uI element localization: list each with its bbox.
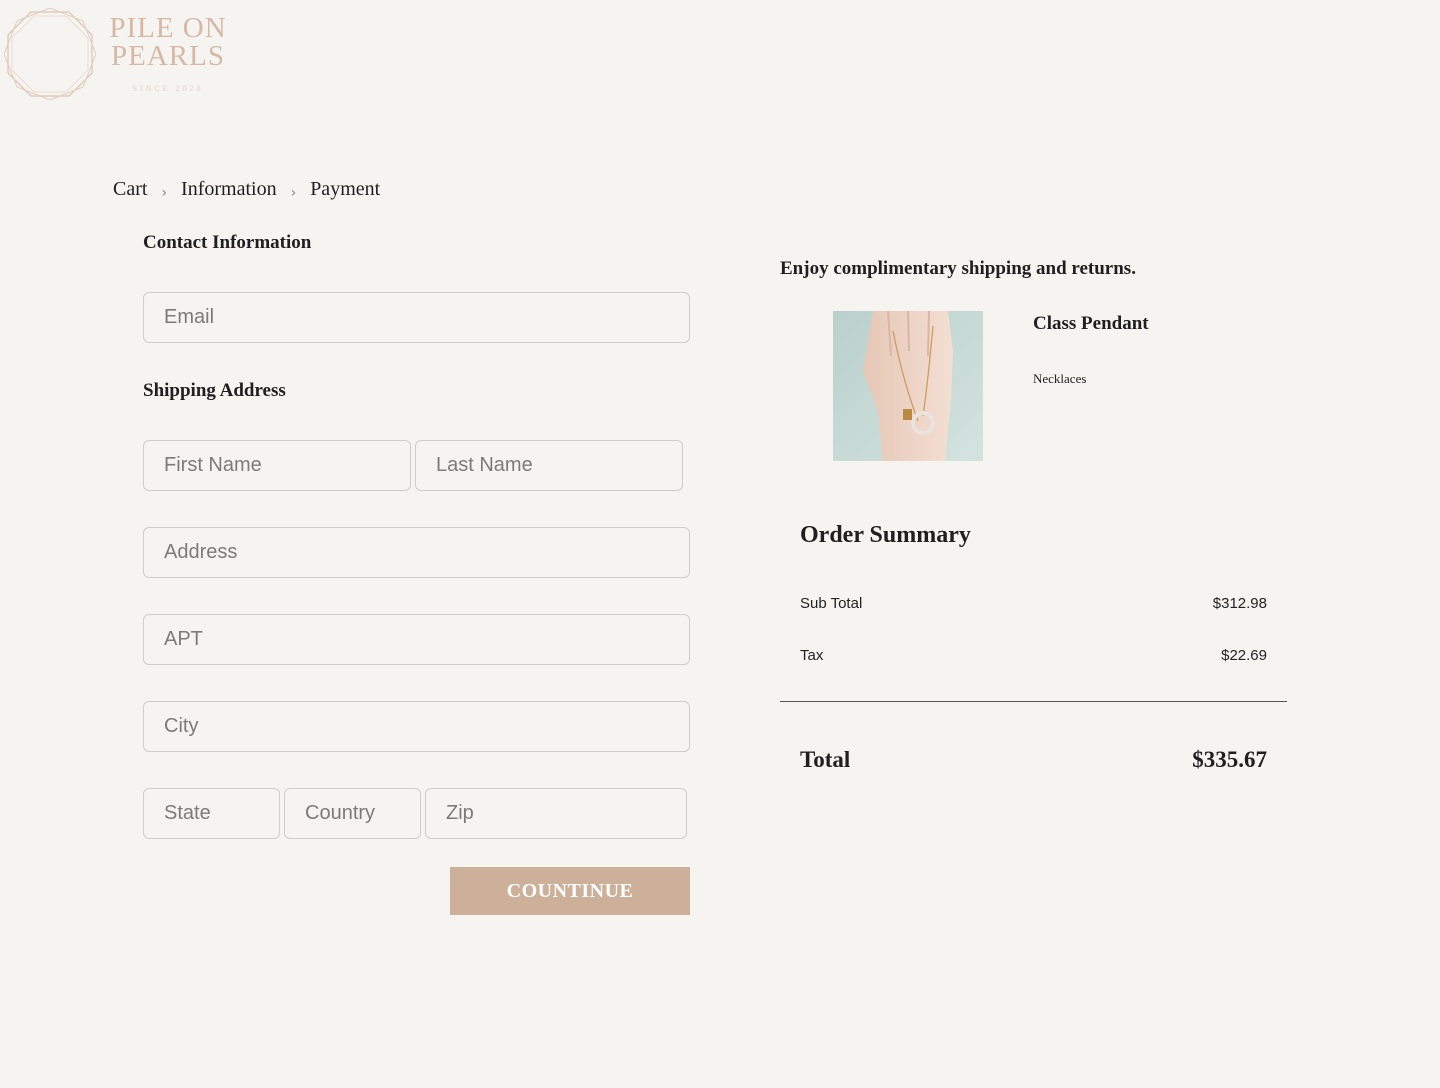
city-field[interactable] [143,701,690,752]
subtotal-label: Sub Total [800,595,863,612]
shipping-section-title: Shipping Address [143,380,286,401]
continue-button[interactable]: COUNTINUE [450,867,690,915]
email-field[interactable] [143,292,690,343]
breadcrumb-payment[interactable]: Payment [310,178,380,201]
brand-tagline: SINCE 2020 [132,84,204,93]
total-value: $335.67 [1192,747,1267,772]
summary-divider [780,701,1287,702]
brand-logo[interactable]: PILE ON PEARLS SINCE 2020 [0,0,240,100]
shipping-promo-text: Enjoy complimentary shipping and returns… [780,258,1136,279]
address-field[interactable] [143,527,690,578]
chevron-right-icon: › [290,184,297,201]
breadcrumb: Cart › Information › Payment [113,178,380,201]
first-name-field[interactable] [143,440,411,491]
last-name-field[interactable] [415,440,683,491]
breadcrumb-cart[interactable]: Cart [113,178,147,201]
brand-name-line2: PEARLS [111,40,225,72]
brand-name-line1: PILE ON [109,12,227,44]
breadcrumb-information[interactable]: Information [181,178,277,201]
state-field[interactable] [143,788,280,839]
chevron-right-icon: › [161,184,168,201]
apt-field[interactable] [143,614,690,665]
product-category: Necklaces [1033,371,1087,386]
product-name[interactable]: Class Pendant [1033,313,1149,335]
product-image [833,311,983,461]
order-summary-title: Order Summary [800,522,971,548]
subtotal-value: $312.98 [1212,595,1267,612]
country-field[interactable] [284,788,421,839]
tax-value: $22.69 [1221,647,1267,664]
contact-section-title: Contact Information [143,232,312,253]
tax-label: Tax [800,647,824,664]
brand-wordmark: PILE ON PEARLS [108,12,228,72]
total-label: Total [800,747,851,772]
octagon-logo-icon [4,8,96,100]
zip-field[interactable] [425,788,687,839]
